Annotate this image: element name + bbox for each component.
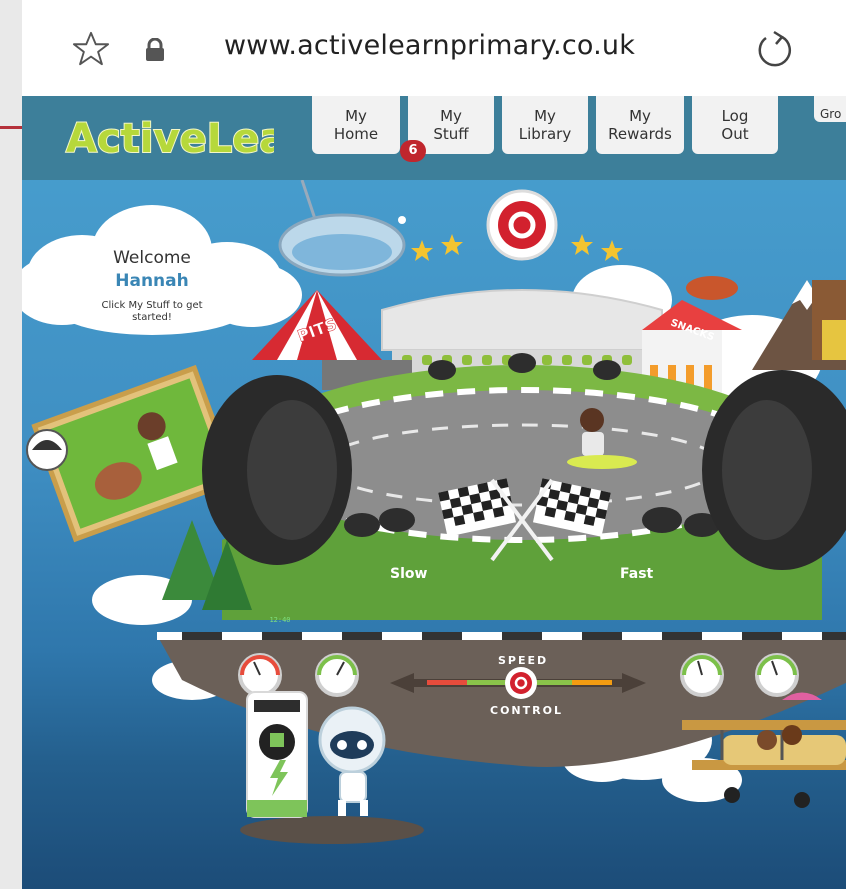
nav-my-home-line1: My — [345, 107, 367, 125]
nav-groups-line1: Gro — [820, 107, 842, 121]
nav-my-rewards-line1: My — [629, 107, 651, 125]
nav-my-rewards[interactable]: My Rewards — [596, 96, 684, 154]
pump-display: 12:40 — [269, 616, 291, 624]
nav-log-out[interactable]: Log Out — [692, 96, 778, 154]
nav-my-home-line2: Home — [333, 125, 379, 143]
active-learn-app: ActiveLearn My Home My Stuff 6 My Librar… — [22, 96, 846, 889]
nav-my-library[interactable]: My Library — [502, 96, 588, 154]
speed-top-label: SPEED — [498, 654, 548, 667]
welcome-user-name: Hannah — [115, 271, 189, 291]
nav-my-home[interactable]: My Home — [312, 96, 400, 154]
speed-bottom-label: CONTROL — [490, 704, 563, 717]
nav-my-library-line2: Library — [518, 125, 572, 143]
logo-text: ActiveLearn — [66, 116, 274, 160]
top-navigation-bar: ActiveLearn My Home My Stuff 6 My Librar… — [22, 96, 846, 180]
url-field[interactable]: www.activelearnprimary.co.uk — [224, 30, 635, 61]
lock-icon — [146, 38, 164, 61]
welcome-title: Welcome — [113, 248, 191, 268]
notification-badge: 6 — [400, 140, 426, 162]
nav-groups-partial[interactable]: Gro — [814, 96, 846, 122]
nav-my-stuff-line1: My — [440, 107, 462, 125]
nav-log-out-line1: Log — [721, 107, 749, 125]
speed-slow-label[interactable]: Slow — [390, 566, 427, 582]
active-learn-logo[interactable]: ActiveLearn — [64, 112, 274, 160]
reload-icon[interactable] — [752, 28, 796, 72]
nav-my-library-line1: My — [534, 107, 556, 125]
browser-address-bar: www.activelearnprimary.co.uk — [22, 0, 846, 96]
nav-log-out-line2: Out — [721, 125, 749, 143]
star-icon[interactable] — [72, 30, 110, 68]
nav-my-rewards-line2: Rewards — [608, 125, 672, 143]
speed-fast-label[interactable]: Fast — [620, 566, 653, 582]
nav-my-stuff-line2: Stuff — [433, 125, 469, 143]
welcome-hint: Click My Stuff to get started! — [101, 300, 203, 323]
